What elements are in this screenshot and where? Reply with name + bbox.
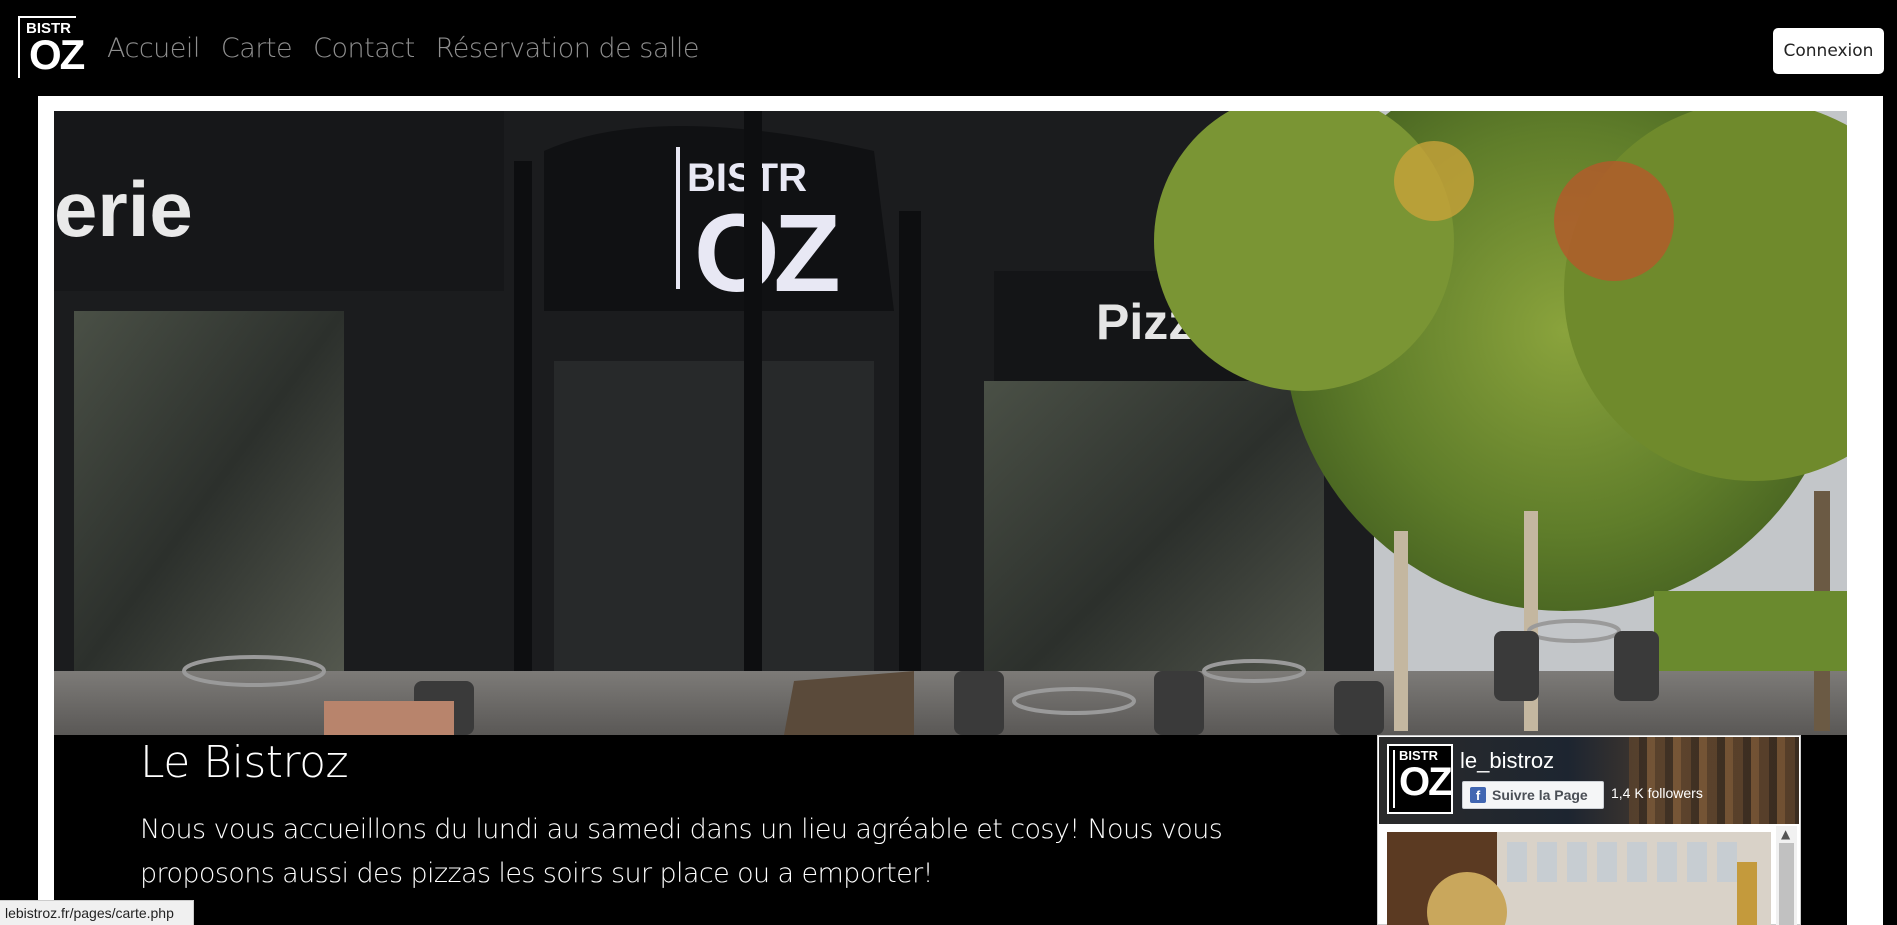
facebook-post-image — [1387, 832, 1771, 925]
nav-link-carte[interactable]: Carte — [221, 31, 293, 67]
facebook-icon: f — [1470, 787, 1486, 803]
intro-text: Nous vous accueillons du lundi au samedi… — [140, 814, 1223, 889]
facebook-feed[interactable] — [1387, 832, 1771, 925]
scroll-up-icon[interactable]: ▲ — [1781, 827, 1790, 841]
facebook-followers-count: 1,4 K followers — [1611, 785, 1703, 801]
scrollbar-thumb[interactable] — [1779, 843, 1794, 925]
hero-image: erie BISTR OZ Pizzeria — [54, 111, 1847, 735]
nav-link-reservation[interactable]: Réservation de salle — [436, 31, 700, 67]
logo-text-bottom: OZ — [29, 31, 85, 78]
nav-link-contact[interactable]: Contact — [313, 31, 415, 67]
browser-status-url: lebistroz.fr/pages/carte.php — [0, 900, 194, 925]
facebook-follow-label: Suivre la Page — [1492, 787, 1588, 803]
avatar-text-bottom: OZ — [1399, 760, 1453, 804]
facebook-avatar[interactable]: BISTR OZ — [1387, 744, 1453, 814]
navbar: BISTR OZ Accueil Carte Contact Réservati… — [0, 0, 1897, 96]
facebook-follow-button[interactable]: f Suivre la Page — [1462, 781, 1604, 809]
storefront-photo: erie BISTR OZ Pizzeria — [54, 111, 1847, 735]
page-title: Le Bistroz — [140, 737, 349, 788]
login-button[interactable]: Connexion — [1773, 28, 1884, 74]
main-nav: Accueil Carte Contact Réservation de sal… — [107, 31, 700, 67]
nav-link-accueil[interactable]: Accueil — [107, 31, 200, 67]
facebook-feed-scrollbar[interactable]: ▲ — [1776, 826, 1797, 925]
storefront-sign-left: erie — [54, 165, 193, 253]
svg-text:OZ: OZ — [694, 192, 839, 315]
site-logo[interactable]: BISTR OZ — [18, 16, 85, 78]
facebook-page-name[interactable]: le_bistroz — [1460, 748, 1554, 774]
